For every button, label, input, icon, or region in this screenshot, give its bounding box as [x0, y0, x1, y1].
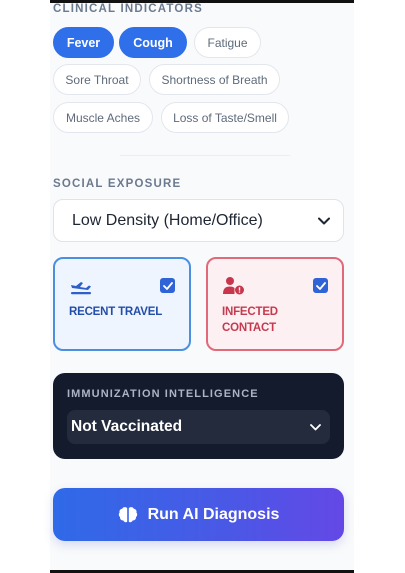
infected-contact-label: INFECTED CONTACT [222, 306, 278, 334]
infected-contact-card[interactable]: INFECTED CONTACT [206, 257, 344, 351]
chevron-down-icon [317, 214, 331, 228]
density-select-value: Low Density (Home/Office) [72, 211, 263, 229]
recent-travel-label: RECENT TRAVEL [69, 306, 163, 318]
symptom-chip-shortness-of-breath[interactable]: Shortness of Breath [149, 64, 280, 95]
symptom-chip-loss-of-taste-smell[interactable]: Loss of Taste/Smell [161, 102, 289, 133]
symptom-chip-sore-throat[interactable]: Sore Throat [53, 64, 141, 95]
airplane-icon [69, 276, 93, 296]
social-exposure-title: SOCIAL EXPOSURE [53, 178, 182, 190]
symptom-chip-cough[interactable]: Cough [119, 27, 187, 58]
immunization-panel: IMMUNIZATION INTELLIGENCE Not Vaccinated [53, 373, 344, 459]
section-divider [120, 155, 290, 156]
clinical-indicators-title: CLINICAL INDICATORS [53, 3, 203, 15]
symptom-chip-fatigue[interactable]: Fatigue [194, 27, 261, 58]
immunization-select-value: Not Vaccinated [71, 418, 183, 435]
chevron-down-icon [308, 420, 322, 434]
density-select[interactable]: Low Density (Home/Office) [53, 199, 344, 242]
immunization-select[interactable]: Not Vaccinated [67, 410, 330, 444]
symptom-chip-fever[interactable]: Fever [53, 27, 114, 58]
run-ai-diagnosis-button[interactable]: Run AI Diagnosis [53, 488, 344, 541]
brain-icon [118, 506, 138, 524]
recent-travel-checkbox[interactable] [160, 278, 175, 293]
user-alert-icon [222, 276, 246, 296]
check-icon [162, 281, 173, 290]
recent-travel-card[interactable]: RECENT TRAVEL [53, 257, 191, 351]
infected-contact-checkbox[interactable] [313, 278, 328, 293]
run-ai-diagnosis-label: Run AI Diagnosis [147, 505, 280, 523]
symptom-chip-muscle-aches[interactable]: Muscle Aches [53, 102, 153, 133]
immunization-title: IMMUNIZATION INTELLIGENCE [67, 388, 259, 400]
check-icon [315, 281, 326, 290]
